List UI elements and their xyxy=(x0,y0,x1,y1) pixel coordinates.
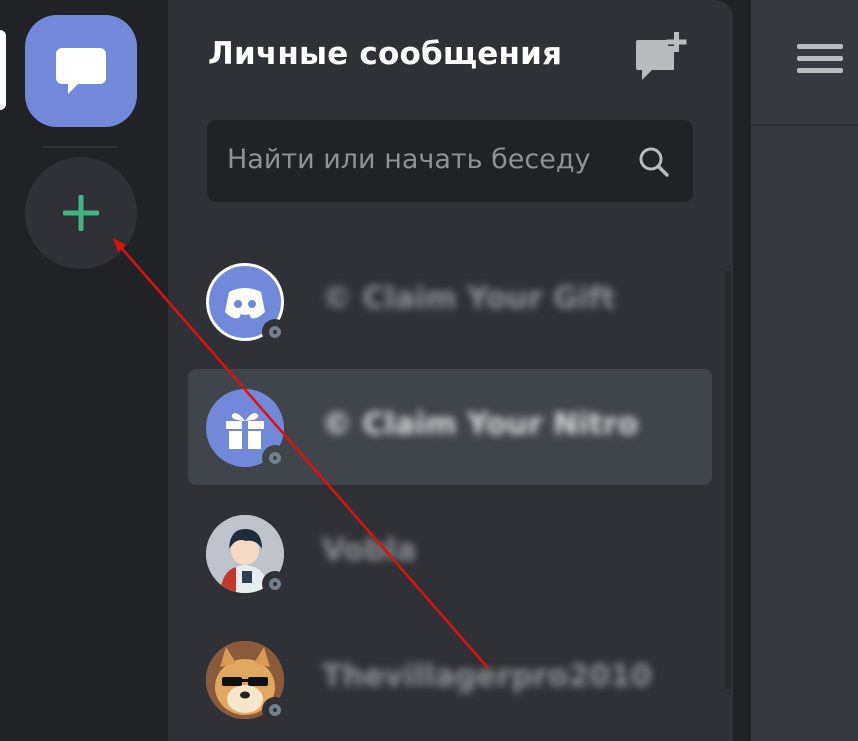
scrollbar[interactable] xyxy=(725,270,731,690)
new-message-icon xyxy=(636,32,687,80)
hamburger-menu-icon[interactable] xyxy=(797,44,843,76)
dm-name: Thevillagerpro2010 xyxy=(322,659,652,694)
main-content-area xyxy=(751,0,858,741)
new-dm-button[interactable] xyxy=(634,30,690,82)
direct-messages-panel: Личные сообщения Найти или начать беседу… xyxy=(168,0,733,741)
dm-list-item-selected[interactable]: © Claim Your Nitro xyxy=(188,369,712,485)
status-badge xyxy=(262,319,288,345)
server-rail xyxy=(0,0,168,741)
dm-list-item[interactable]: Thevillagerpro2010 xyxy=(188,621,712,737)
chat-bubble-icon xyxy=(56,48,106,94)
status-badge xyxy=(262,697,288,723)
dm-name: © Claim Your Gift xyxy=(322,281,616,316)
home-button[interactable] xyxy=(25,15,137,127)
plus-icon xyxy=(63,195,99,231)
search-placeholder: Найти или начать беседу xyxy=(227,144,591,175)
dm-list-item[interactable]: Vobla xyxy=(188,495,712,611)
page-title: Личные сообщения xyxy=(208,36,563,72)
status-badge xyxy=(262,571,288,597)
dm-name: © Claim Your Nitro xyxy=(322,407,639,442)
channel-header xyxy=(751,0,858,126)
search-input[interactable]: Найти или начать беседу xyxy=(207,120,693,202)
dm-list-item[interactable]: © Claim Your Gift xyxy=(188,243,712,359)
search-icon xyxy=(639,147,669,177)
selected-indicator xyxy=(0,30,6,110)
status-badge xyxy=(262,445,288,471)
rail-separator xyxy=(42,146,118,148)
add-server-button[interactable] xyxy=(25,157,137,269)
dm-name: Vobla xyxy=(322,533,417,568)
